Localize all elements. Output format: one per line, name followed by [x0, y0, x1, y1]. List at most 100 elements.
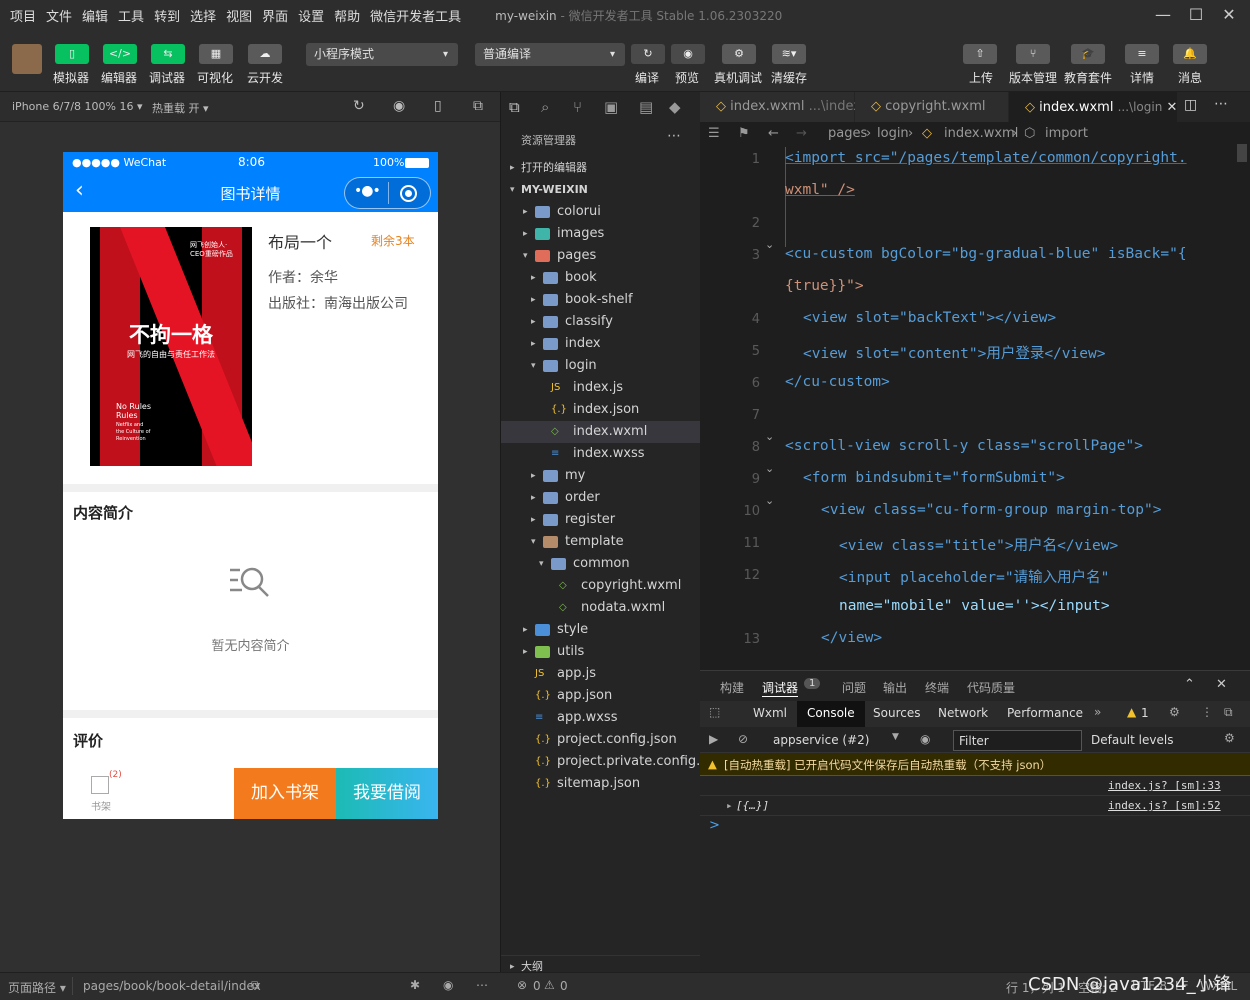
subtab-wxml[interactable]: Wxml	[753, 706, 787, 720]
code-line-3b[interactable]: {true}}">	[785, 278, 864, 294]
bug-icon[interactable]: ✱	[410, 978, 420, 992]
chevron-right-icon[interactable]: ▸	[531, 465, 536, 487]
layout-icon[interactable]: ▤	[639, 98, 653, 116]
cloud-icon[interactable]: ☁	[248, 44, 282, 64]
code-line-3a[interactable]: <cu-custom bgColor="bg-gradual-blue" isB…	[785, 246, 1187, 262]
list-icon[interactable]: ☰	[708, 122, 720, 146]
code-line-1a[interactable]: <import src="/pages/template/common/copy…	[785, 150, 1187, 166]
more-tabs-icon[interactable]: »	[1094, 705, 1101, 719]
source-link[interactable]: index.js? [sm]:33	[1108, 779, 1221, 792]
back-arrow-icon[interactable]: ←	[768, 122, 779, 146]
close-window-icon[interactable]: ✕	[1218, 5, 1240, 25]
split-editor-icon[interactable]: ◫	[1184, 97, 1197, 113]
upload-icon[interactable]: ⇧	[963, 44, 997, 64]
preview-icon[interactable]: ◉	[671, 44, 705, 64]
subtab-performance[interactable]: Performance	[1007, 706, 1083, 720]
compile-mode-select[interactable]: 普通编译	[475, 43, 625, 66]
dock-icon[interactable]: ⧉	[1224, 705, 1233, 720]
chevron-right-icon[interactable]: ▸	[531, 333, 536, 355]
tree-item-order[interactable]: ▸ order	[501, 487, 701, 509]
tab-login-index-wxml[interactable]: ◇ index.wxml ...\login ✕	[1009, 92, 1177, 122]
edu-icon[interactable]: 🎓	[1071, 44, 1105, 64]
real-debug-icon[interactable]: ⚙	[722, 44, 756, 64]
console-prompt[interactable]: >	[709, 818, 720, 833]
menu-item-select[interactable]: 选择	[190, 6, 216, 25]
chevron-right-icon[interactable]: ▸	[531, 509, 536, 531]
chevron-right-icon[interactable]: ▸	[523, 619, 528, 641]
tab-index-wxml[interactable]: ◇ index.wxml ...\index	[700, 92, 861, 122]
rotate-icon[interactable]: ↻	[353, 98, 365, 114]
tab-output[interactable]: 输出	[883, 679, 907, 696]
chevron-right-icon[interactable]: ▸	[531, 487, 536, 509]
page-path-select[interactable]: 页面路径 ▾	[8, 979, 66, 996]
levels-select[interactable]: Default levels	[1091, 733, 1173, 747]
console-settings-icon[interactable]: ⚙	[1224, 731, 1235, 745]
close-panel-icon[interactable]: ✕	[1216, 677, 1227, 692]
tree-item-utils[interactable]: ▸ utils	[501, 641, 701, 663]
forward-arrow-icon[interactable]: →	[796, 122, 807, 146]
tree-item-app-wxss[interactable]: ≡ app.wxss	[501, 707, 701, 729]
menu-item-project[interactable]: 项目	[10, 6, 36, 25]
fold-icon[interactable]: ⌄	[765, 430, 774, 443]
settings-gear-icon[interactable]: ⚙	[1169, 705, 1180, 719]
code-line-12b[interactable]: name="mobile" value=''></input>	[839, 598, 1110, 614]
maximize-icon[interactable]: ☐	[1185, 5, 1207, 25]
menu-item-view[interactable]: 视图	[226, 6, 252, 25]
code-line-12a[interactable]: <input placeholder="请输入用户名"	[839, 566, 1109, 587]
code-line-5[interactable]: <view slot="content">用户登录</view>	[803, 342, 1105, 363]
bell-icon[interactable]: 🔔	[1173, 44, 1207, 64]
preview-eye-icon[interactable]: ◉	[443, 978, 453, 992]
tab-copyright-wxml[interactable]: ◇ copyright.wxml	[855, 92, 1008, 122]
context-select[interactable]: appservice (#2)	[773, 733, 869, 747]
chevron-right-icon[interactable]: ▸	[523, 641, 528, 663]
breadcrumb-symbol[interactable]: import	[1045, 122, 1088, 146]
source-link[interactable]: index.js? [sm]:52	[1108, 799, 1221, 812]
context-dropdown-icon[interactable]: ▼	[892, 732, 899, 742]
explorer-more-icon[interactable]: ⋯	[667, 128, 681, 144]
breadcrumb-login[interactable]: login	[877, 122, 909, 146]
breadcrumb-file[interactable]: index.wxml	[944, 122, 1018, 146]
tree-item-copyright-wxml[interactable]: ◇ copyright.wxml	[501, 575, 701, 597]
tree-item-index-wxml[interactable]: ◇ index.wxml	[501, 421, 701, 443]
mode-select[interactable]: 小程序模式	[306, 43, 458, 66]
fold-icon[interactable]: ⌄	[765, 238, 774, 251]
tree-item-project-private-config-js-[interactable]: {.} project.private.config.js...	[501, 751, 723, 773]
add-to-shelf-button[interactable]: 加入书架	[234, 768, 336, 819]
tree-item-index-json[interactable]: {.} index.json	[501, 399, 701, 421]
error-count[interactable]: 0	[533, 979, 541, 993]
tree-item-pages[interactable]: ▾ pages	[501, 245, 701, 267]
copy-icon[interactable]: ⧉	[251, 978, 260, 993]
tab-terminal[interactable]: 终端	[925, 679, 949, 696]
tab-build[interactable]: 构建	[720, 679, 744, 696]
kebab-menu-icon[interactable]: ⋮	[1201, 705, 1213, 719]
minimize-icon[interactable]: —	[1152, 5, 1174, 25]
chevron-right-icon[interactable]: ▸	[531, 267, 536, 289]
chevron-down-icon[interactable]: ▾	[539, 553, 544, 575]
tree-item-common[interactable]: ▾ common	[501, 553, 701, 575]
tree-item-app-js[interactable]: JS app.js	[501, 663, 701, 685]
simulator-icon[interactable]: ▯	[55, 44, 89, 64]
search-icon[interactable]: ⌕	[541, 98, 549, 116]
subtab-network[interactable]: Network	[938, 706, 988, 720]
tree-item-app-json[interactable]: {.} app.json	[501, 685, 701, 707]
expand-arrow-icon[interactable]: ▸	[726, 799, 733, 812]
menu-item-help[interactable]: 帮助	[334, 6, 360, 25]
tree-item-register[interactable]: ▸ register	[501, 509, 701, 531]
tree-item-images[interactable]: ▸ images	[501, 223, 701, 245]
tree-item-template[interactable]: ▾ template	[501, 531, 701, 553]
record-icon[interactable]: ◉	[393, 98, 405, 114]
collapse-up-icon[interactable]: ⌃	[1184, 677, 1195, 692]
tree-item-classify[interactable]: ▸ classify	[501, 311, 701, 333]
tree-item-index[interactable]: ▸ index	[501, 333, 701, 355]
editor-icon[interactable]: </>	[103, 44, 137, 64]
more-actions-icon[interactable]: ⋯	[1214, 96, 1228, 112]
chevron-right-icon[interactable]: ▸	[531, 311, 536, 333]
inspect-icon[interactable]: ⬚	[709, 705, 720, 719]
phone-icon[interactable]: ▯	[434, 98, 442, 114]
chevron-down-icon[interactable]: ▾	[523, 245, 528, 267]
chevron-right-icon[interactable]: ▸	[523, 223, 528, 245]
bookshelf-icon[interactable]	[91, 776, 109, 794]
more-dots-icon[interactable]: •●•	[354, 183, 381, 199]
docker-icon[interactable]: ◆	[669, 98, 681, 116]
tree-item-style[interactable]: ▸ style	[501, 619, 701, 641]
